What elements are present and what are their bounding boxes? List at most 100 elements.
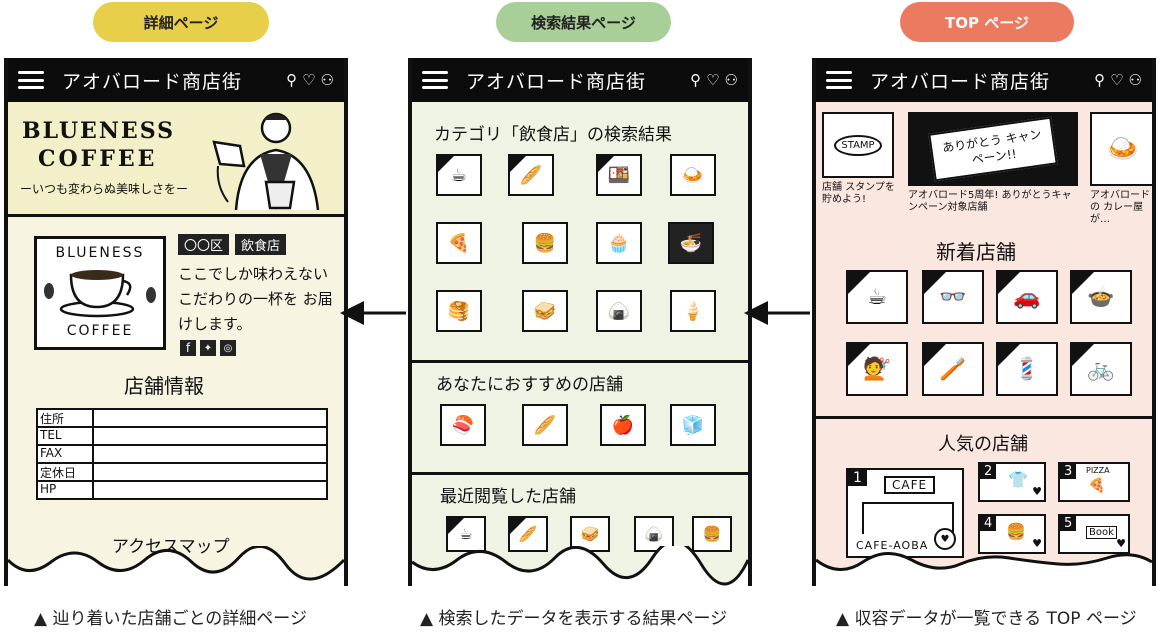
arrow-left-icon (744, 301, 810, 325)
arrow-left-icon (340, 301, 406, 325)
coffee-cup-icon (44, 270, 156, 318)
info-row: FAX (38, 446, 326, 464)
app-title: アオバロード商店街 (466, 70, 647, 93)
torn-edge (8, 546, 344, 586)
curry-caption: アオバロードの カレー屋が… (1090, 190, 1150, 225)
recommend-thumb[interactable]: 🧊 (670, 404, 716, 446)
heart-icon[interactable]: ♡ (302, 72, 315, 88)
torn-edge (412, 546, 748, 586)
recommend-thumb[interactable]: 🥖 (522, 404, 568, 446)
pill-search-results-page: 検索結果ページ (496, 2, 671, 42)
hero-banner: BLUENESS COFFEE ーいつも変わらぬ美味しさをー (8, 102, 344, 214)
pin-icon[interactable]: ⚲ (286, 72, 297, 88)
divider (412, 472, 748, 475)
search-result-title: カテゴリ「飲食店」の検索結果 (434, 125, 672, 145)
user-icon[interactable]: ⚇ (1129, 72, 1142, 88)
new-shop-thumb[interactable]: 💈 (996, 342, 1058, 396)
info-row: 住所 (38, 410, 326, 428)
brand-line-2: COFFEE (38, 146, 158, 172)
app-header-bar: アオバロード商店街 ⚲ ♡ ⚇ (8, 58, 344, 102)
recommend-thumb[interactable]: 🍣 (440, 404, 486, 446)
heart-icon[interactable]: ♡ (1110, 72, 1123, 88)
user-icon[interactable]: ⚇ (725, 72, 738, 88)
detail-page-mockup: アオバロード商店街 ⚲ ♡ ⚇ BLUENESS COFFEE ーいつも変わらぬ… (4, 58, 348, 586)
result-thumb[interactable]: 🍦 (670, 290, 716, 332)
new-shop-thumb[interactable]: ☕ (846, 270, 908, 324)
facebook-icon[interactable]: f (180, 340, 196, 356)
new-shop-thumb[interactable]: 💇 (846, 342, 908, 396)
torn-edge (816, 552, 1152, 586)
info-row: 定休日 (38, 464, 326, 482)
new-shop-thumb[interactable]: 🍲 (1070, 270, 1132, 324)
result-thumb[interactable]: 🍛 (670, 154, 716, 196)
search-results-mockup: アオバロード商店街 ⚲ ♡ ⚇ カテゴリ「飲食店」の検索結果 ☕ 🥖 🍱 🍛 🍕… (408, 58, 752, 586)
result-thumb[interactable]: 🍕 (436, 222, 482, 264)
new-shops-title: 新着店舗 (936, 240, 1016, 264)
campaign-ribbon: ありがとう キャンペーン!! (928, 116, 1058, 182)
info-label: FAX (38, 446, 94, 462)
info-row: TEL (38, 428, 326, 446)
twitter-icon[interactable]: ✦ (200, 340, 216, 356)
favorite-heart-icon[interactable]: ♥ (1032, 485, 1042, 498)
curry-banner[interactable]: 🍛 アオバロードの カレー屋が… (1090, 112, 1152, 225)
new-shop-thumb[interactable]: 🚲 (1070, 342, 1132, 396)
app-title: アオバロード商店街 (62, 70, 243, 93)
popular-rank-2[interactable]: 2 👕 ♥ (978, 462, 1046, 502)
result-thumb[interactable]: 🍙 (596, 290, 642, 332)
result-thumb[interactable]: 🥖 (508, 154, 554, 196)
app-header-bar: アオバロード商店街 ⚲ ♡ ⚇ (816, 58, 1152, 102)
cafe-sign: CAFE (884, 476, 936, 494)
stamp-icon: STAMP (834, 134, 882, 156)
pill-detail-page: 詳細ページ (93, 2, 269, 42)
popular-rank-1[interactable]: 1 CAFE CAFE-AOBA ♥ (846, 468, 964, 558)
result-thumb[interactable]: 🍔 (522, 222, 568, 264)
info-label: HP (38, 482, 94, 498)
result-thumb[interactable]: ☕ (436, 154, 482, 196)
new-shop-thumb[interactable]: 🪥 (922, 342, 984, 396)
new-shop-thumb[interactable]: 🚗 (996, 270, 1058, 324)
category-tag[interactable]: 飲食店 (235, 234, 287, 255)
result-thumb[interactable]: 🧁 (596, 222, 642, 264)
caption-detail: ▲ 辿り着いた店舗ごとの詳細ページ (34, 609, 307, 629)
divider (8, 214, 344, 217)
top-page-mockup: アオバロード商店街 ⚲ ♡ ⚇ STAMP 店舗 スタンプを貯めよう! ありがと… (812, 58, 1156, 586)
tagline: ーいつも変わらぬ美味しさをー (20, 182, 189, 196)
logo-top-text: BLUENESS (55, 245, 145, 261)
shop-description: ここでしか味わえない こだわりの一杯を お届けします。 (178, 265, 333, 333)
popular-rank-3[interactable]: 3 PIZZA 🍕 (1058, 462, 1130, 502)
user-icon[interactable]: ⚇ (321, 72, 334, 88)
book-label: Book (1086, 526, 1117, 539)
campaign-banner[interactable]: ありがとう キャンペーン!! アオバロード5周年! ありがとうキャンペーン対象店… (908, 112, 1078, 224)
info-label: 定休日 (38, 464, 94, 480)
hamburger-menu-icon[interactable] (826, 71, 852, 89)
logo-bottom-text: COFFEE (66, 323, 134, 339)
result-thumb[interactable]: 🥪 (522, 290, 568, 332)
app-header-bar: アオバロード商店街 ⚲ ♡ ⚇ (412, 58, 748, 102)
campaign-caption: アオバロード5周年! ありがとうキャンペーン対象店舗 (908, 190, 1072, 213)
pin-icon[interactable]: ⚲ (690, 72, 701, 88)
brand-line-1: BLUENESS (22, 118, 175, 144)
rank-badge: 5 (1060, 516, 1077, 531)
result-thumb[interactable]: 🍜 (668, 222, 714, 264)
info-row: HP (38, 482, 326, 498)
caption-search: ▲ 検索したデータを表示する結果ページ (420, 609, 728, 629)
stamp-caption: 店舗 スタンプを貯めよう! (822, 182, 895, 205)
area-tag[interactable]: 〇〇区 (178, 234, 230, 255)
rank-badge: 2 (980, 464, 997, 479)
result-thumb[interactable]: 🍱 (596, 154, 642, 196)
rank-badge: 3 (1060, 464, 1077, 479)
hamburger-menu-icon[interactable] (422, 71, 448, 89)
pin-icon[interactable]: ⚲ (1094, 72, 1105, 88)
hamburger-menu-icon[interactable] (18, 71, 44, 89)
instagram-icon[interactable]: ◎ (220, 340, 236, 356)
caption-top: ▲ 収容データが一覧できる TOP ページ (836, 609, 1137, 629)
heart-icon[interactable]: ♡ (706, 72, 719, 88)
shop-logo-box: BLUENESS COFFEE (34, 236, 166, 350)
pill-top-page: TOP ページ (900, 2, 1074, 42)
info-label: TEL (38, 428, 94, 444)
info-label: 住所 (38, 410, 94, 426)
stamp-banner[interactable]: STAMP 店舗 スタンプを貯めよう! (822, 112, 898, 224)
recommend-thumb[interactable]: 🍎 (600, 404, 646, 446)
result-thumb[interactable]: 🥞 (436, 290, 482, 332)
new-shop-thumb[interactable]: 👓 (922, 270, 984, 324)
